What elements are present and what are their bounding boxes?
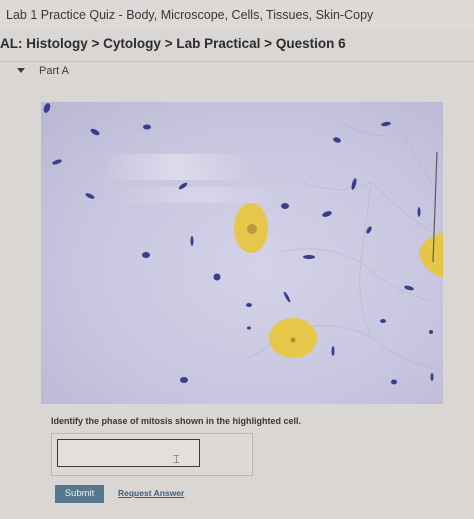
- quiz-title: Lab 1 Practice Quiz - Body, Microscope, …: [6, 8, 374, 22]
- breadcrumb-separator: >: [264, 36, 273, 51]
- breadcrumb-item-histology[interactable]: AL: Histology: [0, 36, 88, 51]
- highlighted-nucleus: [247, 224, 257, 234]
- quiz-header: Lab 1 Practice Quiz - Body, Microscope, …: [0, 0, 474, 30]
- light-glare: [101, 154, 251, 180]
- breadcrumb-item-lab-practical[interactable]: Lab Practical: [176, 36, 260, 51]
- breadcrumb-separator: >: [164, 36, 173, 51]
- highlight-nucleus: [290, 337, 296, 343]
- part-label: Part A: [39, 65, 69, 77]
- breadcrumb-item-cytology[interactable]: Cytology: [103, 36, 161, 51]
- tissue-background: [41, 102, 443, 404]
- micrograph-image: [41, 102, 443, 404]
- request-answer-link[interactable]: Request Answer: [118, 488, 184, 498]
- light-glare: [111, 187, 281, 203]
- breadcrumb: AL: Histology > Cytology > Lab Practical…: [0, 36, 346, 51]
- breadcrumb-separator: >: [91, 36, 100, 51]
- part-a-toggle[interactable]: Part A: [17, 63, 97, 81]
- breadcrumb-item-question: Question 6: [275, 36, 346, 51]
- chevron-down-icon: [17, 68, 25, 73]
- header-divider: [0, 61, 474, 62]
- submit-button[interactable]: Submit: [55, 485, 104, 503]
- question-prompt: Identify the phase of mitosis shown in t…: [51, 416, 302, 426]
- text-cursor-icon: ⌶: [173, 454, 180, 466]
